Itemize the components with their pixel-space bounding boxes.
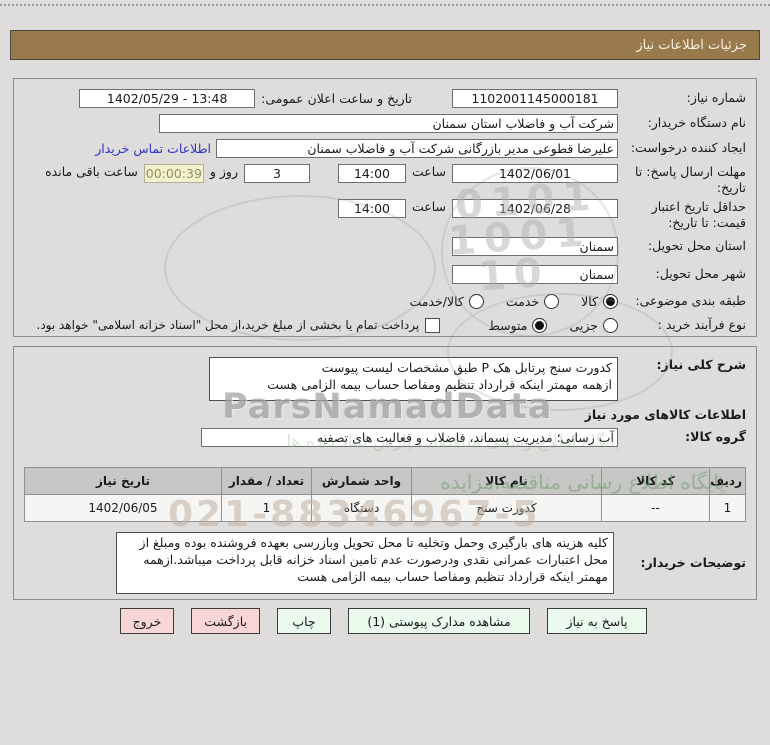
purchase-process-row: نوع فرآیند خرید : جزیی متوسط پرداخت تمام… — [24, 317, 746, 333]
col-header-row-number: ردیف — [709, 467, 746, 495]
subject-class-row: طبقه بندی موضوعی: کالا خدمت کالا/خدمت — [24, 293, 746, 309]
subject-option-service-label: خدمت — [505, 293, 540, 309]
delivery-province-field[interactable]: سمنان — [452, 237, 618, 256]
cell-quantity: 1 — [221, 494, 312, 522]
remaining-time-suffix: ساعت باقی مانده — [45, 164, 138, 179]
col-header-need-date: تاریخ نیاز — [24, 467, 222, 495]
buyer-org-row: نام دستگاه خریدار: شرکت آب و فاضلاب استا… — [24, 114, 746, 133]
col-header-quantity: تعداد / مقدار — [221, 467, 312, 495]
cell-item-code: -- — [601, 494, 710, 522]
radio-selected-icon[interactable] — [532, 317, 548, 333]
delivery-city-field[interactable]: سمنان — [452, 265, 618, 284]
col-header-unit: واحد شمارش — [311, 467, 412, 495]
need-number-field[interactable]: 1102001145000181 — [452, 89, 618, 108]
top-dotted-divider — [0, 4, 770, 6]
page-title: جزئیات اطلاعات نیاز — [636, 37, 747, 53]
remaining-days-field[interactable]: 3 — [243, 164, 310, 183]
delivery-city-label: شهر محل تحویل: — [655, 266, 746, 282]
treasury-docs-label: پرداخت تمام یا بخشی از مبلغ خرید،از محل … — [36, 318, 420, 333]
need-desc-row: شرح کلی نیاز: کدورت سنج پرتابل هک P طبق … — [24, 357, 746, 401]
back-button[interactable]: بازگشت — [191, 608, 260, 634]
price-validity-time-field[interactable]: 14:00 — [337, 198, 406, 218]
action-buttons-row: پاسخ به نیاز مشاهده مدارک پیوستی (1) چاپ… — [13, 608, 757, 634]
process-option-medium-label: متوسط — [488, 317, 528, 333]
process-option-minor[interactable]: جزیی — [569, 317, 618, 333]
page-title-bar: جزئیات اطلاعات نیاز — [10, 30, 760, 60]
need-info-panel: شماره نیاز: 1102001145000181 تاریخ و ساع… — [13, 78, 757, 337]
reply-to-need-button[interactable]: پاسخ به نیاز — [547, 608, 647, 634]
need-desc-label: شرح کلی نیاز: — [656, 357, 746, 372]
announce-datetime-label: تاریخ و ساعت اعلان عمومی: — [261, 91, 412, 106]
process-option-minor-label: جزیی — [569, 317, 598, 333]
request-creator-row: ایجاد کننده درخواست: علیرضا قطوعی مدیر ب… — [24, 139, 746, 158]
print-button[interactable]: چاپ — [277, 608, 331, 634]
buyer-org-field[interactable]: شرکت آب و فاضلاب استان سمنان — [159, 114, 618, 133]
need-number-label: شماره نیاز: — [686, 90, 746, 106]
buyer-notes-row: توضیحات خریدار: کلیه هزینه های بارگیری و… — [24, 532, 746, 594]
price-validity-hour-label: ساعت — [411, 198, 446, 214]
remaining-days-suffix: روز و — [209, 164, 238, 179]
reply-deadline-time-field[interactable]: 14:00 — [337, 164, 406, 183]
subject-option-goods[interactable]: کالا — [581, 293, 618, 309]
cell-unit: دستگاه — [311, 494, 412, 522]
buyer-org-label: نام دستگاه خریدار: — [647, 115, 746, 131]
buyer-notes-label: توضیحات خریدار: — [640, 554, 746, 570]
need-desc-textarea[interactable]: کدورت سنج پرتابل هک P طبق مشخصات لیست پی… — [209, 357, 618, 401]
need-number-row: شماره نیاز: 1102001145000181 تاریخ و ساع… — [24, 89, 746, 108]
request-creator-label: ایجاد کننده درخواست: — [630, 140, 746, 156]
table-row: 1 -- کدورت سنج دستگاه 1 1402/06/05 — [24, 494, 746, 522]
subject-option-goods-service[interactable]: کالا/خدمت — [409, 293, 484, 309]
items-table-header-row: ردیف کد کالا نام کالا واحد شمارش تعداد /… — [24, 467, 746, 495]
items-table: ردیف کد کالا نام کالا واحد شمارش تعداد /… — [24, 467, 746, 522]
radio-icon[interactable] — [544, 293, 560, 309]
col-header-item-name: نام کالا — [411, 467, 602, 495]
announce-datetime-field[interactable]: 1402/05/29 - 13:48 — [79, 89, 256, 108]
reply-deadline-hour-label: ساعت — [411, 164, 446, 179]
price-validity-label: حداقل تاریخ اعتبار قیمت: تا تاریخ: — [651, 198, 746, 230]
reply-deadline-row: مهلت ارسال پاسخ: تا تاریخ: 1402/06/01 سا… — [24, 164, 746, 197]
subject-option-service[interactable]: خدمت — [505, 293, 560, 309]
delivery-province-label: استان محل تحویل: — [647, 238, 746, 254]
purchase-process-label: نوع فرآیند خرید : — [657, 317, 746, 333]
price-validity-row: حداقل تاریخ اعتبار قیمت: تا تاریخ: 1402/… — [24, 198, 746, 232]
delivery-province-row: استان محل تحویل: سمنان — [24, 237, 746, 256]
goods-group-label: گروه کالا: — [685, 429, 746, 445]
subject-class-label: طبقه بندی موضوعی: — [635, 293, 746, 308]
goods-group-row: گروه کالا: آب رسانی؛ مدیریت پسماند، فاضل… — [24, 428, 746, 447]
view-attachments-button[interactable]: مشاهده مدارک پیوستی (1) — [348, 608, 530, 634]
price-validity-date-field[interactable]: 1402/06/28 — [452, 198, 618, 218]
need-desc-line1: کدورت سنج پرتابل هک P طبق مشخصات لیست پی… — [321, 360, 612, 375]
col-header-item-code: کد کالا — [601, 467, 710, 495]
request-creator-field[interactable]: علیرضا قطوعی مدیر بازرگانی شرکت آب و فاض… — [216, 139, 618, 158]
cell-row-number: 1 — [709, 494, 746, 522]
need-desc-line2: ازهمه مهمتر اینکه قرارداد تنظیم ومفاصا ح… — [267, 376, 612, 392]
need-details-panel: شرح کلی نیاز: کدورت سنج پرتابل هک P طبق … — [13, 346, 757, 600]
remaining-time-countdown: 00:00:39 — [143, 164, 204, 183]
cell-item-name: کدورت سنج — [411, 494, 602, 522]
subject-option-goods-label: کالا — [581, 293, 598, 309]
exit-button[interactable]: خروج — [119, 608, 175, 634]
radio-selected-icon[interactable] — [603, 293, 618, 309]
cell-need-date: 1402/06/05 — [24, 494, 222, 522]
reply-deadline-label: مهلت ارسال پاسخ: تا تاریخ: — [635, 164, 746, 196]
buyer-contact-link[interactable]: اطلاعات تماس خریدار — [95, 141, 211, 156]
items-section-heading: اطلاعات کالاهای مورد نیاز — [584, 407, 746, 422]
radio-icon[interactable] — [468, 293, 484, 309]
reply-deadline-date-field[interactable]: 1402/06/01 — [452, 164, 618, 183]
subject-option-goods-service-label: کالا/خدمت — [409, 293, 464, 309]
goods-group-field[interactable]: آب رسانی؛ مدیریت پسماند، فاضلاب و فعالیت… — [201, 428, 618, 447]
delivery-city-row: شهر محل تحویل: سمنان — [24, 265, 746, 284]
buyer-notes-textarea[interactable]: کلیه هزینه های بارگیری وحمل وتخلیه تا مح… — [116, 532, 614, 594]
radio-icon[interactable] — [603, 317, 618, 333]
process-option-medium[interactable]: متوسط — [488, 317, 548, 333]
treasury-docs-checkbox[interactable] — [425, 317, 441, 333]
